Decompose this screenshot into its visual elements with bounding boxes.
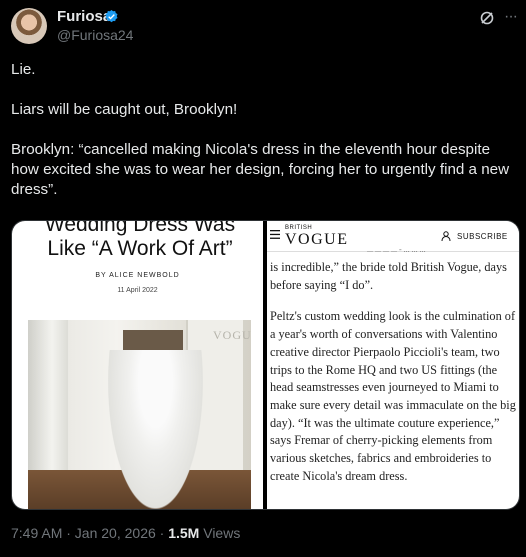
avatar[interactable] [11, 8, 47, 44]
article-date: 11 April 2022 [117, 287, 158, 294]
article-paragraph: Peltz's custom wedding look is the culmi… [270, 309, 516, 483]
views-label: Views [199, 525, 241, 541]
tweet-meta: 7:49 AM · Jan 20, 2026 · 1.5M Views [11, 525, 240, 541]
article-paragraph: is incredible,” the bride told British V… [270, 260, 507, 292]
article-byline: BY ALICE NEWBOLD [95, 272, 180, 279]
article-title: Wedding Dress Was Like “A Work Of Art” [44, 221, 236, 260]
tweet-media[interactable]: Wedding Dress Was Like “A Work Of Art” B… [11, 220, 520, 510]
grok-icon[interactable] [479, 10, 495, 26]
more-icon[interactable]: ··· [504, 8, 518, 26]
tweet-header: Furiosa @Furiosa24 ··· [0, 0, 526, 52]
photo-logo: VOGUE [213, 328, 251, 342]
subscribe-label: SUBSCRIBE [457, 232, 508, 241]
cut-off-text: ... ... ... ... - ... ... ... [367, 245, 426, 254]
bride-dress [108, 350, 203, 509]
tweet-paragraph: Liars will be caught out, Brooklyn! [11, 101, 238, 118]
tweet-body: Lie. Liars will be caught out, Brooklyn!… [11, 60, 516, 200]
media-image-right[interactable]: BRITISH VOGUE SUBSCRIBE ... ... ... ... … [267, 221, 519, 509]
timestamp[interactable]: 7:49 AM · Jan 20, 2026 · [11, 525, 168, 541]
vogue-header: BRITISH VOGUE SUBSCRIBE ... ... ... ... … [267, 221, 519, 254]
article-body: is incredible,” the bride told British V… [270, 259, 518, 499]
site-logo: VOGUE [285, 231, 349, 248]
tweet-paragraph: Lie. [11, 61, 36, 78]
tweet-paragraph: Brooklyn: “cancelled making Nicola's dre… [11, 141, 510, 198]
views-count: 1.5M [168, 525, 200, 541]
person-icon [441, 231, 451, 241]
verified-icon [105, 9, 118, 23]
wedding-photo: VOGUE [28, 320, 251, 509]
menu-icon [270, 230, 280, 239]
author-handle[interactable]: @Furiosa24 [57, 27, 133, 43]
media-image-left[interactable]: Wedding Dress Was Like “A Work Of Art” B… [12, 221, 263, 509]
